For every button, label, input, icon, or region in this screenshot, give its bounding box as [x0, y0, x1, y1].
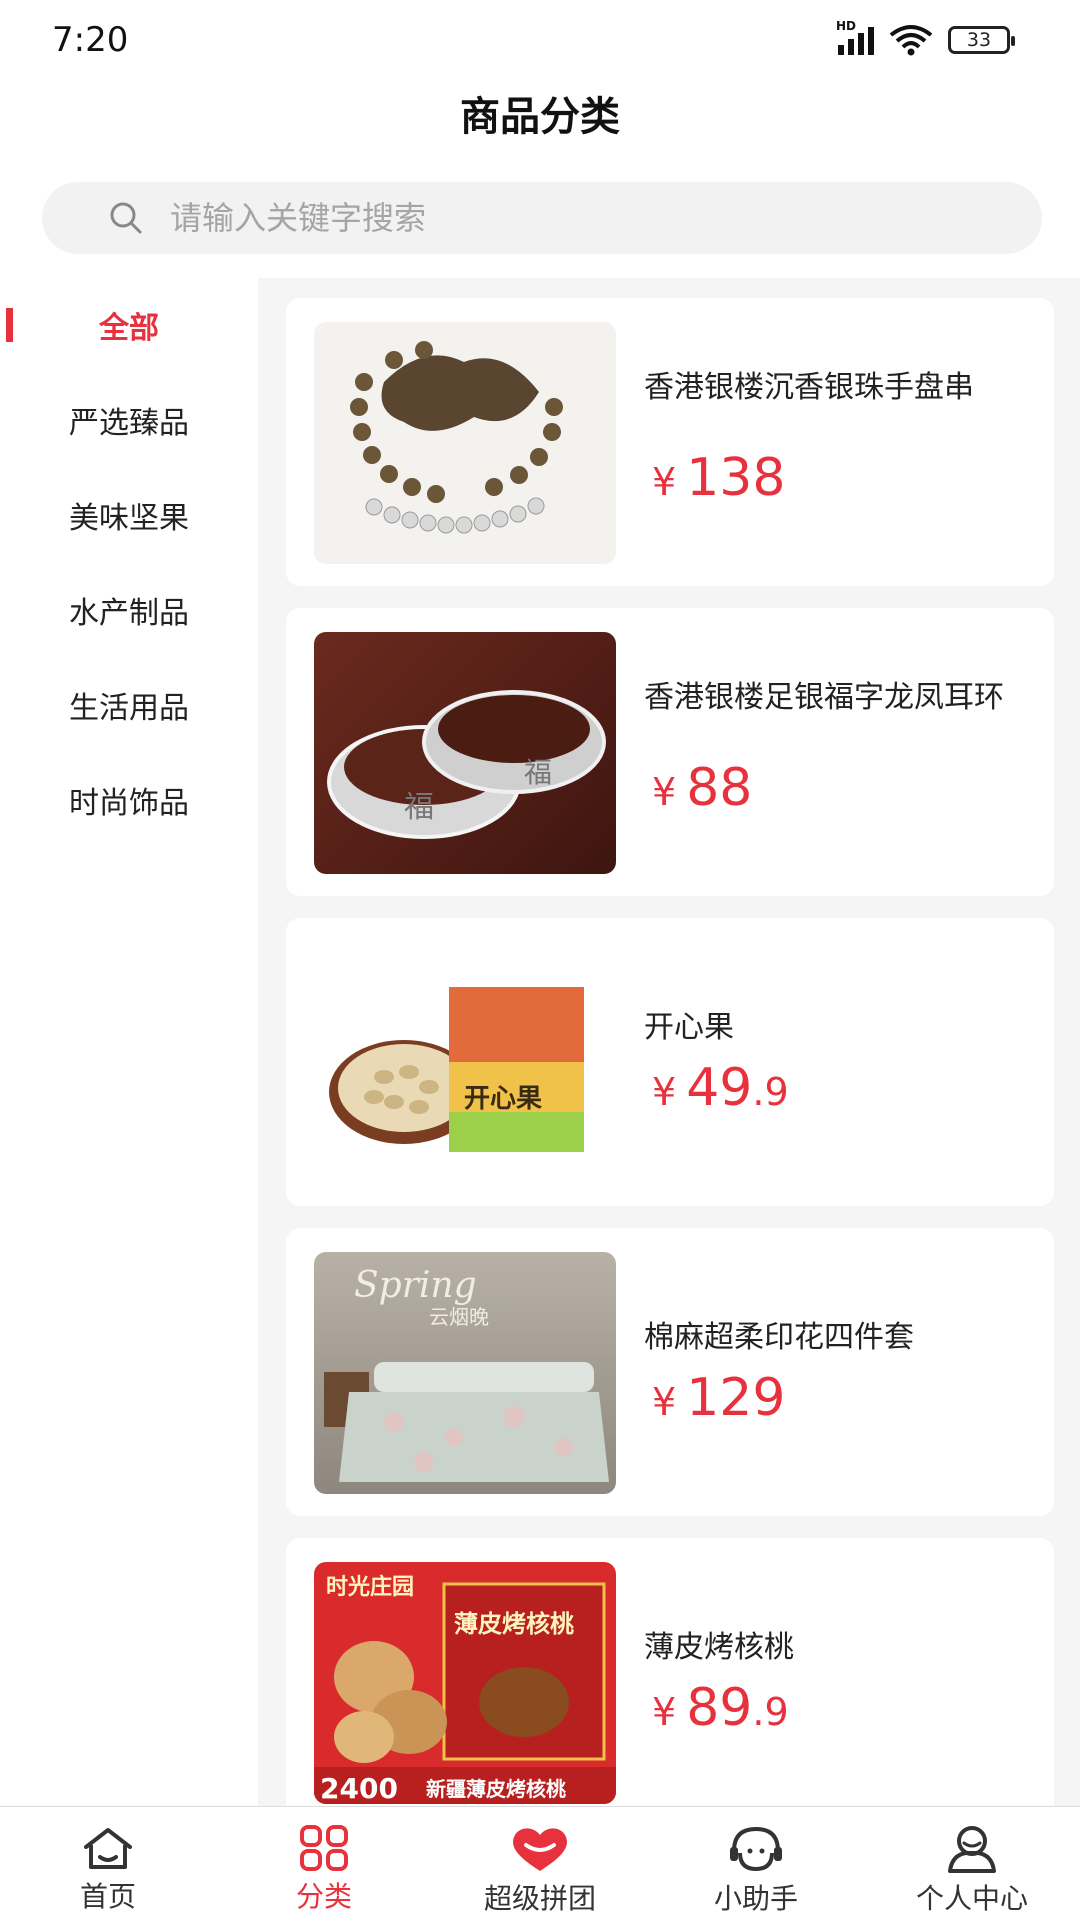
walnut-weight-text: 2400 [320, 1772, 398, 1804]
product-card[interactable]: 香港银楼沉香银珠手盘串 ¥138 [286, 298, 1054, 586]
network-type-label: HD [836, 19, 857, 33]
product-image-bracelet [314, 322, 616, 564]
tab-label: 分类 [295, 1880, 352, 1913]
tab-label: 小助手 [713, 1882, 798, 1915]
tab-group-buy[interactable]: 超级拼团 [432, 1807, 648, 1921]
status-time: 7:20 [52, 20, 129, 60]
walnut-brand-text: 时光庄园 [326, 1574, 414, 1600]
product-image-walnut: 时光庄园 薄皮烤核桃 2400 新疆薄皮烤核桃 [314, 1562, 616, 1804]
tab-label: 首页 [79, 1880, 136, 1913]
tab-profile[interactable]: 个人中心 [864, 1807, 1080, 1921]
assistant-headset-icon [730, 1826, 782, 1872]
battery-icon: 33 [948, 26, 1015, 54]
sidebar-item-label: 水产制品 [69, 596, 189, 631]
product-image-pistachio: 开心果 [314, 942, 616, 1184]
product-card[interactable]: 福 福 香港银楼足银福字龙凤耳环 ¥88 [286, 608, 1054, 896]
sidebar-item-label: 全部 [99, 311, 159, 346]
tab-label: 超级拼团 [483, 1882, 596, 1915]
search-input[interactable] [170, 199, 970, 237]
tab-category[interactable]: 分类 [216, 1807, 432, 1921]
cellular-signal-icon: HD [836, 19, 874, 55]
product-price: ¥129 [652, 1368, 786, 1428]
product-name: 薄皮烤核桃 [644, 1630, 794, 1665]
page-title: 商品分类 [460, 94, 620, 140]
package-label: 开心果 [464, 1084, 542, 1114]
home-icon [84, 1828, 132, 1869]
product-card[interactable]: 开心果 开心果 ¥49.9 [286, 918, 1054, 1206]
bedding-title-text: 云烟晚 [429, 1305, 489, 1329]
product-name: 棉麻超柔印花四件套 [644, 1320, 914, 1355]
status-icons: HD 33 [836, 19, 1015, 56]
battery-level: 33 [966, 29, 992, 51]
tab-label: 个人中心 [915, 1882, 1028, 1915]
product-name: 开心果 [644, 1010, 734, 1045]
product-list: 香港银楼沉香银珠手盘串 ¥138 福 福 香港银楼足银福字龙凤耳环 ¥88 开心… [258, 278, 1080, 1808]
sidebar-item-daily-goods[interactable]: 生活用品 [0, 660, 258, 750]
tab-home[interactable]: 首页 [0, 1807, 216, 1921]
product-price: ¥89.9 [652, 1678, 789, 1738]
status-bar: 7:20 HD 33 [0, 0, 1080, 80]
category-grid-icon [300, 1825, 348, 1871]
sidebar-item-nuts[interactable]: 美味坚果 [0, 470, 258, 560]
product-card[interactable]: Spring 云烟晚 棉麻超柔印花四件套 ¥129 [286, 1228, 1054, 1516]
tab-assistant[interactable]: 小助手 [648, 1807, 864, 1921]
product-name: 香港银楼足银福字龙凤耳环 [644, 680, 1004, 715]
bedding-script-text: Spring [354, 1265, 477, 1306]
sidebar-item-label: 美味坚果 [69, 501, 189, 536]
product-card[interactable]: 时光庄园 薄皮烤核桃 2400 新疆薄皮烤核桃 薄皮烤核桃 ¥89.9 [286, 1538, 1054, 1808]
product-price: ¥88 [652, 758, 753, 818]
sidebar-item-seafood[interactable]: 水产制品 [0, 565, 258, 655]
svg-text:福: 福 [524, 756, 552, 789]
walnut-package-text: 薄皮烤核桃 [454, 1610, 574, 1638]
category-sidebar: 全部 严选臻品 美味坚果 水产制品 生活用品 时尚饰品 [0, 278, 258, 1808]
sidebar-item-all[interactable]: 全部 [0, 280, 258, 370]
product-price: ¥138 [652, 448, 786, 508]
profile-icon [948, 1826, 996, 1873]
group-buy-heart-icon [513, 1828, 567, 1871]
product-name: 香港银楼沉香银珠手盘串 [644, 370, 974, 405]
bottom-tab-bar: 首页 分类 超级拼团 小助手 个人中心 [0, 1806, 1080, 1920]
search-bar[interactable] [42, 182, 1042, 254]
sidebar-item-selected-premium[interactable]: 严选臻品 [0, 375, 258, 465]
product-price: ¥49.9 [652, 1058, 789, 1118]
sidebar-item-fashion-jewelry[interactable]: 时尚饰品 [0, 755, 258, 845]
sidebar-item-label: 严选臻品 [69, 406, 189, 441]
wifi-icon [889, 25, 933, 56]
search-icon [110, 202, 142, 234]
product-image-silver-rings: 福 福 [314, 632, 616, 874]
product-image-bedding: Spring 云烟晚 [314, 1252, 616, 1494]
svg-text:福: 福 [404, 790, 434, 825]
walnut-banner-text: 新疆薄皮烤核桃 [426, 1777, 566, 1801]
sidebar-item-label: 时尚饰品 [69, 786, 189, 821]
sidebar-item-label: 生活用品 [69, 691, 189, 726]
